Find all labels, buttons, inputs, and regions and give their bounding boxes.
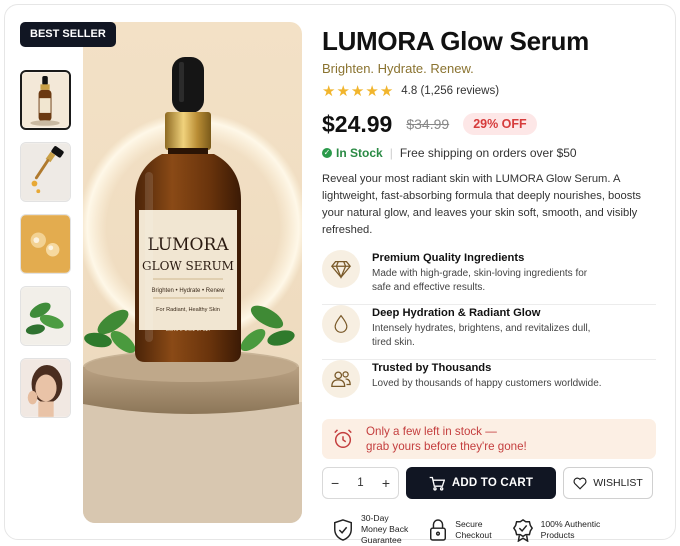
add-to-cart-button[interactable]: ADD TO CART (406, 467, 556, 499)
trust-line: Secure (455, 518, 483, 529)
low-stock-alert: Only a few left in stock — grab yours be… (322, 419, 656, 459)
diamond-icon (322, 250, 360, 288)
dropper-thumbnail (21, 143, 70, 201)
trust-line: 100% Authentic (540, 518, 601, 529)
thumbnail-drops[interactable] (20, 214, 71, 274)
thumbnail-list (20, 70, 72, 430)
thumbnail-dropper[interactable] (20, 142, 71, 202)
quantity-decrease-button[interactable]: − (331, 475, 339, 491)
divider: | (389, 146, 393, 160)
users-icon (322, 360, 360, 398)
product-description: Reveal your most radiant skin with LUMOR… (322, 173, 642, 236)
trust-item-guarantee: 30-Day Money Back Guarantee (332, 513, 408, 546)
trust-item-secure: Secure Checkout (428, 513, 492, 546)
feature-item: Premium Quality Ingredients Made with hi… (322, 250, 656, 305)
bottle-tagline-text: Brighten • Hydrate • Renew (152, 288, 226, 294)
rating-row: ★ ★ ★ ★ ★ 4.8 (1,256 reviews) (322, 83, 656, 99)
leaves-thumbnail (21, 287, 70, 345)
bottle-sub-text: For Radiant, Healthy Skin (156, 307, 220, 313)
feature-title: Deep Hydration & Radiant Glow (372, 307, 541, 319)
feature-body: Made with high-grade, skin-loving ingred… (372, 268, 588, 293)
alarm-clock-icon (334, 429, 352, 448)
thumbnail-model[interactable] (20, 358, 71, 418)
discount-badge: 29% OFF (463, 113, 537, 135)
alert-line-1: Only a few left in stock — (366, 425, 497, 438)
original-price: $34.99 (406, 116, 450, 132)
price-row: $24.99 $34.99 29% OFF (322, 111, 656, 137)
shipping-info: Free shipping on orders over $50 (399, 146, 577, 160)
shield-check-icon (334, 518, 352, 541)
wishlist-button[interactable]: WISHLIST (563, 467, 653, 499)
star-icon: ★ (379, 82, 394, 100)
trust-line: Guarantee (361, 535, 402, 545)
bottle-product-text: GLOW SERUM (142, 259, 234, 273)
lock-icon (430, 518, 447, 541)
best-seller-badge: BEST SELLER (20, 22, 116, 47)
feature-body: Intensely hydrates, brightens, and revit… (372, 323, 591, 348)
trust-item-authentic: 100% Authentic Products (512, 513, 601, 546)
alert-line-2: grab yours before they're gone! (366, 440, 527, 453)
feature-title: Trusted by Thousands (372, 362, 492, 374)
trust-badges: 30-Day Money Back Guarantee Secure Check… (322, 513, 656, 546)
product-tagline: Brighten. Hydrate. Renew. (322, 61, 474, 76)
serum-bottle-thumbnail (22, 72, 69, 128)
check-circle-icon: ✓ (322, 148, 332, 158)
trust-line: 30-Day (361, 513, 389, 523)
thumbnail-bottle[interactable] (20, 70, 71, 130)
stock-row: ✓ In Stock | Free shipping on orders ove… (322, 145, 656, 161)
serum-drops-thumbnail (21, 215, 70, 273)
bottle-volume-text: 30ml e 1.01 fl. oz. (166, 327, 211, 333)
droplet-icon (322, 305, 360, 343)
add-to-cart-label: ADD TO CART (451, 477, 534, 489)
rating-reviews-link[interactable]: 4.8 (1,256 reviews) (401, 85, 499, 97)
star-icon: ★ (365, 82, 379, 100)
current-price: $24.99 (322, 110, 393, 137)
star-icon: ★ (322, 82, 336, 100)
feature-list: Premium Quality Ingredients Made with hi… (322, 250, 656, 415)
trust-line: Money Back (361, 524, 409, 534)
thumbnail-leaves[interactable] (20, 286, 71, 346)
product-info: LUMORA Glow Serum Brighten. Hydrate. Ren… (322, 22, 656, 546)
badge-check-icon (512, 518, 533, 542)
star-rating: ★ ★ ★ ★ ★ (322, 84, 393, 99)
model-face-thumbnail (21, 359, 70, 417)
heart-icon (573, 477, 587, 490)
feature-item: Deep Hydration & Radiant Glow Intensely … (322, 305, 656, 360)
quantity-value[interactable]: 1 (357, 477, 363, 489)
feature-title: Premium Quality Ingredients (372, 252, 525, 264)
star-icon: ★ (350, 82, 365, 100)
trust-line: Products (540, 529, 575, 540)
product-title: LUMORA Glow Serum (322, 26, 589, 56)
feature-body: Loved by thousands of happy customers wo… (372, 378, 602, 389)
feature-item: Trusted by Thousands Loved by thousands … (322, 360, 656, 415)
star-icon: ★ (336, 82, 350, 100)
wishlist-label: WISHLIST (593, 477, 643, 489)
purchase-actions: − 1 + ADD TO CART WISHLIST (322, 467, 656, 499)
hero-image: LUMORA GLOW SERUM Brighten • Hydrate • R… (83, 22, 302, 523)
stock-status: In Stock (336, 146, 383, 160)
quantity-stepper: − 1 + (322, 467, 399, 499)
quantity-increase-button[interactable]: + (382, 475, 390, 491)
trust-line: Checkout (455, 529, 492, 540)
bottle-brand-text: LUMORA (147, 235, 229, 255)
cart-icon (429, 476, 445, 491)
